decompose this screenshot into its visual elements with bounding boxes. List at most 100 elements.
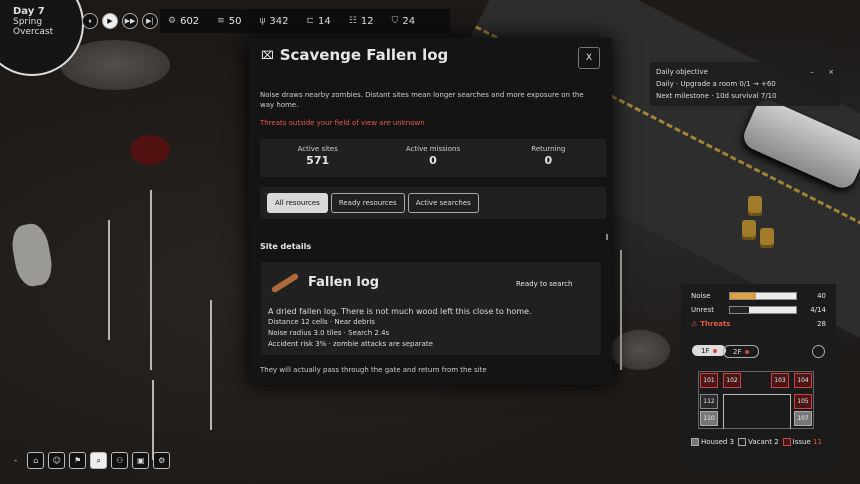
- scrollbar[interactable]: [606, 234, 608, 240]
- backpack-icon: ⌧: [261, 48, 274, 62]
- room-103[interactable]: 103: [771, 373, 789, 388]
- dead-tree: [108, 220, 110, 340]
- noise-label: Noise: [691, 292, 711, 300]
- room-107[interactable]: 107: [794, 411, 812, 426]
- gravel-patch: [610, 330, 670, 370]
- day-label: Day 7: [13, 6, 45, 17]
- dead-tree: [210, 300, 212, 430]
- resource-value: 342: [269, 15, 289, 27]
- fast-forward-button[interactable]: ▶▶: [122, 13, 138, 29]
- room-101[interactable]: 101: [700, 373, 718, 388]
- stat-label: Active missions: [405, 145, 461, 153]
- stat-active-sites: Active sites 571: [260, 139, 375, 177]
- resource-value: 12: [360, 15, 374, 27]
- pause-button[interactable]: ⏸: [82, 13, 98, 29]
- close-icon[interactable]: ×: [828, 68, 834, 76]
- room-112[interactable]: 112: [700, 394, 718, 409]
- modal-footnote: They will actually pass through the gate…: [260, 366, 487, 374]
- warning-icon: ⚠: [691, 320, 698, 328]
- resource-bar: ⚙ 602 ≡ 50 ψ 342 ⊏ 14 ☷ 12 ⛉ 24: [160, 9, 450, 33]
- resource-value: 14: [318, 15, 331, 27]
- people-search-icon[interactable]: ⚇: [111, 452, 129, 469]
- legend-vacant-count: 2: [774, 438, 779, 446]
- skip-button[interactable]: ▶|: [142, 13, 158, 29]
- layers-icon[interactable]: [812, 345, 825, 358]
- season-label: Spring: [13, 17, 43, 27]
- resource-value: 24: [402, 15, 416, 27]
- legend-issue: Issue 11: [782, 438, 822, 446]
- alert-dot: [745, 349, 750, 354]
- stat-label: Returning: [531, 145, 566, 153]
- bed-icon: ⊏: [306, 16, 315, 26]
- objective-daily: Daily · Upgrade a room 0/1 → +60: [656, 80, 776, 88]
- unrest-bar: [729, 306, 797, 314]
- scavenge-modal: ⌧ Scavenge Fallen log X Noise draws near…: [249, 38, 612, 385]
- legend-housed-count: 3: [729, 438, 735, 446]
- unrest-label: Unrest: [691, 306, 714, 314]
- site-card: Fallen log Ready to search A dried falle…: [261, 262, 601, 355]
- dead-tree: [620, 250, 622, 370]
- floor-tab-1f[interactable]: 1F: [692, 345, 727, 356]
- noise-row: Noise 40: [691, 292, 826, 300]
- resource-filters: All resources Ready resources Active sea…: [260, 187, 606, 219]
- room-102[interactable]: 102: [723, 373, 741, 388]
- modal-title: ⌧ Scavenge Fallen log: [261, 46, 448, 64]
- floor-label: 1F: [701, 346, 710, 355]
- barrel[interactable]: [742, 220, 756, 240]
- unrest-value: 4/14: [810, 306, 826, 314]
- search-icon[interactable]: ⌕: [90, 452, 108, 469]
- site-status: Ready to search: [516, 280, 573, 288]
- flag-icon[interactable]: ⚑: [69, 452, 87, 469]
- room-104[interactable]: 104: [794, 373, 812, 388]
- gear-icon: ⚙: [168, 16, 177, 26]
- speed-controls: ⏸ ▶ ▶▶ ▶|: [82, 10, 158, 32]
- log-icon: [270, 272, 300, 294]
- unrest-row: Unrest 4/14: [691, 306, 826, 314]
- legend-vacant: Vacant 2: [738, 438, 779, 446]
- play-button[interactable]: ▶: [102, 13, 118, 29]
- legend-vacant-label: Vacant: [748, 438, 772, 446]
- minimize-icon[interactable]: –: [810, 68, 814, 76]
- threats-row[interactable]: ⚠ Threats 28: [691, 320, 826, 328]
- alert-dot: [713, 348, 718, 353]
- barrel[interactable]: [748, 196, 762, 216]
- resource-beds: ⊏ 14: [306, 16, 330, 27]
- filter-ready-resources[interactable]: Ready resources: [330, 193, 405, 213]
- dead-tree: [152, 380, 154, 460]
- filter-active-searches[interactable]: Active searches: [407, 193, 479, 213]
- site-noise: Noise radius 3.0 tiles · Search 2.4s: [268, 329, 390, 337]
- stat-value: 0: [429, 154, 437, 167]
- barrel[interactable]: [760, 228, 774, 248]
- monitor-icon[interactable]: ▣: [132, 452, 150, 469]
- floor-label: 2F: [733, 347, 742, 356]
- legend-issue-label: Issue: [792, 438, 811, 446]
- noise-bar: [729, 292, 797, 300]
- smile-icon[interactable]: ☺: [48, 452, 66, 469]
- collapse-toolbar-button[interactable]: -: [14, 456, 17, 466]
- blood-stain: [130, 135, 170, 165]
- base-status-panel: Noise 40 Unrest 4/14 ⚠ Threats 28 1F 2F …: [681, 284, 836, 467]
- shield-icon: ⛉: [391, 16, 399, 26]
- stat-returning: Returning 0: [491, 139, 606, 177]
- objective-title: Daily objective: [656, 68, 708, 76]
- food-icon: ψ: [259, 16, 266, 26]
- boulder[interactable]: [8, 221, 56, 289]
- close-button[interactable]: X: [578, 47, 600, 69]
- stat-value: 0: [544, 154, 553, 167]
- room-110[interactable]: 110: [700, 411, 718, 426]
- resource-food: ψ 342: [259, 16, 288, 27]
- build-icon[interactable]: ⌂: [27, 452, 45, 469]
- stat-value: 571: [306, 154, 330, 167]
- room-105[interactable]: 105: [794, 394, 812, 409]
- resource-defense: ⛉ 24: [392, 16, 416, 27]
- settings-icon[interactable]: ⚙: [153, 452, 171, 469]
- filter-all-resources[interactable]: All resources: [267, 193, 328, 213]
- noise-bar-fill: [730, 293, 757, 299]
- weather-label: Overcast: [13, 27, 54, 37]
- floor-plan: 101 102 103 104 112 105 110 107: [698, 371, 814, 429]
- floor-tab-2f[interactable]: 2F: [723, 345, 760, 358]
- noise-value: 40: [817, 292, 826, 300]
- wood-icon: ≡: [217, 16, 225, 26]
- dead-tree: [150, 190, 152, 370]
- bottom-toolbar: - ⌂ ☺ ⚑ ⌕ ⚇ ▣ ⚙: [14, 452, 171, 469]
